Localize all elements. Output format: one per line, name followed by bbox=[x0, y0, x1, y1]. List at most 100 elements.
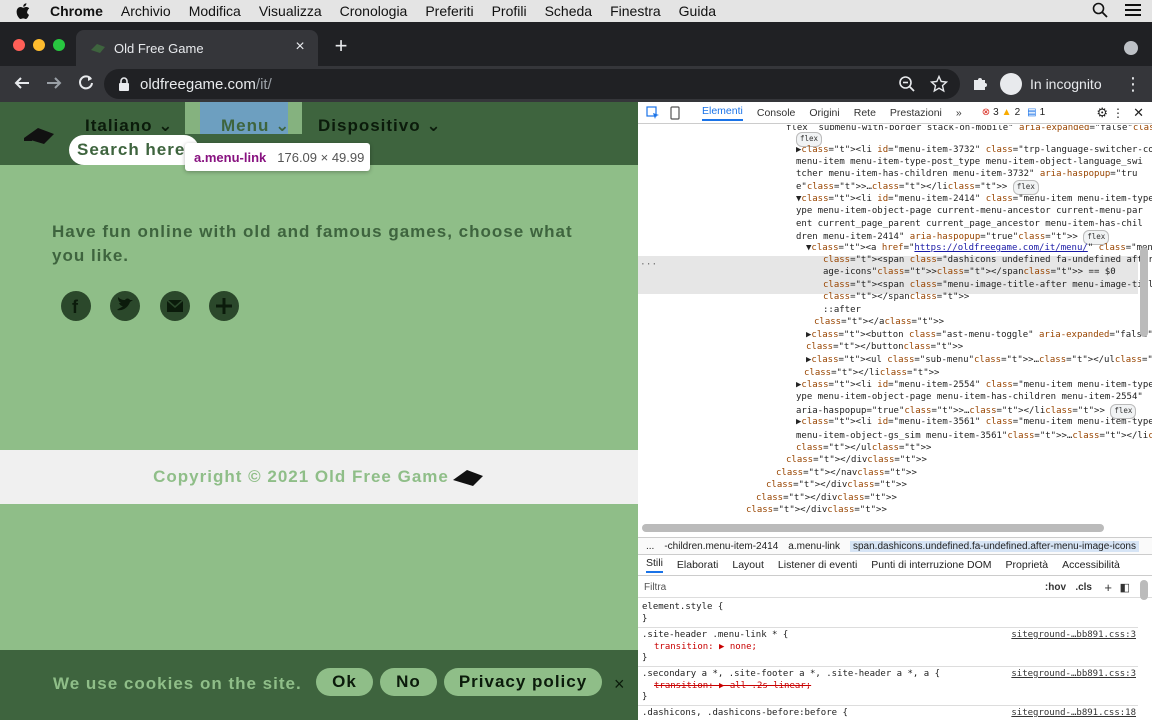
dom-line[interactable]: ::after bbox=[823, 304, 861, 317]
node-ellipsis-icon[interactable]: ··· bbox=[640, 259, 657, 270]
dom-tree[interactable]: ··· flex submenu-with-border stack-on-mo… bbox=[638, 125, 1152, 523]
tab-console[interactable]: Console bbox=[757, 107, 796, 119]
zoom-out-icon[interactable] bbox=[898, 75, 916, 93]
style-rule-dashicons[interactable]: .dashicons, .dashicons-before:before { s… bbox=[642, 708, 1136, 720]
dom-line[interactable]: menu-item menu-item-type-post_type menu-… bbox=[796, 156, 1143, 169]
dom-line[interactable]: class="t"></divclass="t">> bbox=[786, 454, 927, 467]
tab-search-icon[interactable] bbox=[1124, 41, 1138, 55]
rule-declaration-overridden[interactable]: transition: ▶ all .2s linear; bbox=[642, 681, 1136, 693]
dom-line[interactable]: class="t"><span class="menu-image-title-… bbox=[823, 279, 1152, 292]
tab-old-free-game[interactable]: Old Free Game × bbox=[76, 30, 318, 66]
dom-line[interactable]: class="t"></navclass="t">> bbox=[776, 467, 917, 480]
facebook-icon[interactable]: f bbox=[61, 291, 91, 321]
tab-layout[interactable]: Layout bbox=[732, 559, 764, 571]
spotlight-search-icon[interactable] bbox=[1092, 2, 1108, 21]
menu-guida[interactable]: Guida bbox=[679, 3, 716, 19]
share-more-icon[interactable] bbox=[209, 291, 239, 321]
back-button[interactable] bbox=[12, 74, 32, 94]
menu-visualizza[interactable]: Visualizza bbox=[259, 3, 322, 19]
menu-modifica[interactable]: Modifica bbox=[189, 3, 241, 19]
tab-stili[interactable]: Stili bbox=[646, 557, 663, 573]
extensions-puzzle-icon[interactable] bbox=[971, 75, 989, 93]
control-center-icon[interactable] bbox=[1124, 2, 1142, 21]
styles-filter-input[interactable]: Filtra :hov .cls + ◧ bbox=[638, 578, 1152, 598]
minimize-window-button[interactable] bbox=[33, 39, 45, 51]
dom-horizontal-scrollbar[interactable] bbox=[642, 524, 1104, 532]
menu-app-chrome[interactable]: Chrome bbox=[50, 3, 103, 19]
rule-source-link[interactable]: siteground-…bb891.css:3 bbox=[1011, 630, 1136, 642]
menu-finestra[interactable]: Finestra bbox=[610, 3, 661, 19]
dom-line[interactable]: class="t"></aclass="t">> bbox=[814, 316, 944, 329]
breadcrumb-li[interactable]: -children.menu-item-2414 bbox=[664, 541, 778, 552]
tab-dom-breakpoints[interactable]: Punti di interruzione DOM bbox=[871, 559, 991, 571]
dom-line[interactable]: ype menu-item-object-page menu-item-has-… bbox=[796, 391, 1143, 404]
new-rule-plus-icon[interactable]: + bbox=[1104, 578, 1112, 598]
tab-proprieta[interactable]: Proprietà bbox=[1006, 559, 1049, 571]
breadcrumb-span[interactable]: span.dashicons.undefined.fa-undefined.af… bbox=[850, 540, 1139, 552]
chrome-menu-kebab-icon[interactable]: ⋮ bbox=[1124, 74, 1142, 94]
tab-prestazioni[interactable]: Prestazioni bbox=[890, 107, 942, 119]
menu-archivio[interactable]: Archivio bbox=[121, 3, 171, 19]
dom-line[interactable]: class="t"></divclass="t">> bbox=[756, 492, 897, 505]
url-text[interactable]: oldfreegame.com/it/ bbox=[140, 76, 272, 93]
rule-source-link[interactable]: siteground-…b891.css:18 bbox=[1011, 708, 1136, 720]
menu-profili[interactable]: Profili bbox=[492, 3, 527, 19]
tab-origini[interactable]: Origini bbox=[809, 107, 839, 119]
dom-line[interactable]: ▶class="t"><button class="ast-menu-toggl… bbox=[806, 329, 1152, 342]
dom-line[interactable]: class="t"><span class="dashicons undefin… bbox=[823, 254, 1152, 267]
dom-vertical-scrollbar[interactable] bbox=[1140, 247, 1148, 337]
cls-toggle[interactable]: .cls bbox=[1075, 578, 1092, 598]
style-rule-site-header[interactable]: .site-header .menu-link * { transition: … bbox=[642, 630, 1136, 665]
dom-line[interactable]: age-icons"class="t">>class="t"></spancla… bbox=[823, 266, 1116, 279]
site-logo-icon[interactable] bbox=[22, 124, 56, 146]
menu-cronologia[interactable]: Cronologia bbox=[340, 3, 408, 19]
more-tabs-chevron[interactable]: » bbox=[956, 107, 962, 119]
dom-line[interactable]: flex submenu-with-border stack-on-mobile… bbox=[786, 125, 1152, 135]
devtools-menu-icon[interactable]: ⋮ bbox=[1112, 106, 1124, 120]
computed-sidebar-icon[interactable]: ◧ bbox=[1120, 578, 1130, 598]
dom-line[interactable]: class="t"></divclass="t">> bbox=[766, 479, 907, 492]
reload-button[interactable] bbox=[76, 74, 96, 94]
twitter-icon[interactable] bbox=[110, 291, 140, 321]
dom-line[interactable]: ▶class="t"><li id="menu-item-2554" class… bbox=[796, 379, 1152, 392]
search-input[interactable]: Search here bbox=[69, 135, 199, 165]
tab-elementi[interactable]: Elementi bbox=[702, 105, 743, 121]
menu-scheda[interactable]: Scheda bbox=[545, 3, 592, 19]
dom-line[interactable]: class="t"></buttonclass="t">> bbox=[806, 341, 963, 354]
styles-scrollbar[interactable] bbox=[1140, 580, 1148, 600]
dom-line[interactable]: ent current_page_parent current_page_anc… bbox=[796, 218, 1143, 231]
menu-preferiti[interactable]: Preferiti bbox=[425, 3, 473, 19]
style-rule-element[interactable]: element.style { } bbox=[642, 602, 1136, 625]
tab-accessibilita[interactable]: Accessibilità bbox=[1062, 559, 1120, 571]
cookie-ok-button[interactable]: Ok bbox=[316, 668, 373, 696]
breadcrumb-ellipsis[interactable]: ... bbox=[646, 541, 654, 552]
dom-line[interactable]: class="t"></spanclass="t">> bbox=[823, 291, 969, 304]
tab-listener[interactable]: Listener di eventi bbox=[778, 559, 857, 571]
dom-line[interactable]: class="t"></liclass="t">> bbox=[804, 367, 939, 380]
dom-line[interactable]: ▶class="t"><ul class="sub-menu"class="t"… bbox=[806, 354, 1152, 367]
issues-counters[interactable]: ⊗ 3 ▲ 2 ▤ 1 bbox=[982, 107, 1045, 118]
dom-line[interactable]: ype menu-item-object-page current-menu-a… bbox=[796, 205, 1143, 218]
dom-line[interactable]: class="t"></ulclass="t">> bbox=[796, 442, 931, 455]
breadcrumb-a[interactable]: a.menu-link bbox=[788, 541, 840, 552]
rule-source-link[interactable]: siteground-…bb891.css:3 bbox=[1011, 669, 1136, 681]
cookie-no-button[interactable]: No bbox=[380, 668, 437, 696]
hov-toggle[interactable]: :hov bbox=[1045, 578, 1066, 598]
tab-rete[interactable]: Rete bbox=[854, 107, 876, 119]
nav-item-menu[interactable]: Menu ⌄ bbox=[221, 110, 290, 142]
incognito-indicator[interactable]: In incognito bbox=[1000, 70, 1102, 98]
dom-line[interactable]: ▼class="t"><li id="menu-item-2414" class… bbox=[796, 193, 1152, 206]
bookmark-star-icon[interactable] bbox=[930, 75, 948, 93]
dom-line[interactable]: ▼class="t"><a href="https://oldfreegame.… bbox=[806, 242, 1152, 255]
cookie-close-icon[interactable]: × bbox=[614, 674, 625, 695]
dom-line[interactable]: tcher menu-item-has-children menu-item-3… bbox=[796, 168, 1137, 181]
tab-close-icon[interactable]: × bbox=[292, 39, 308, 55]
privacy-policy-button[interactable]: Privacy policy bbox=[444, 668, 602, 696]
devtools-close-icon[interactable]: ✕ bbox=[1133, 105, 1144, 121]
close-window-button[interactable] bbox=[13, 39, 25, 51]
style-rule-secondary[interactable]: .secondary a *, .site-footer a *, .site-… bbox=[642, 669, 1136, 704]
inspect-element-icon[interactable] bbox=[646, 105, 660, 120]
zoom-window-button[interactable] bbox=[53, 39, 65, 51]
address-bar[interactable]: oldfreegame.com/it/ bbox=[104, 69, 960, 99]
device-toolbar-icon[interactable] bbox=[668, 105, 682, 120]
